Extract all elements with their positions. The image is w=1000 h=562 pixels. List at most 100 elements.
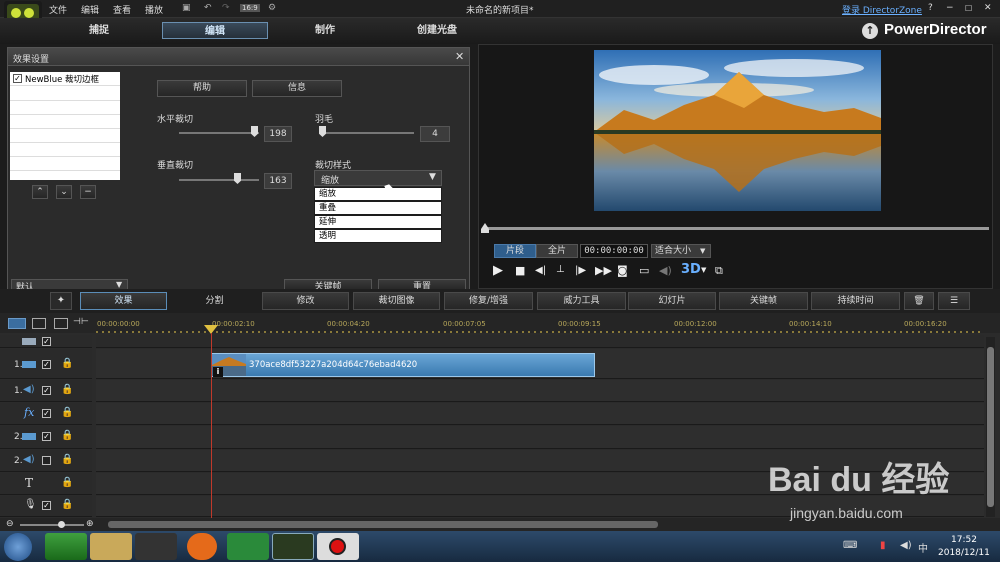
redo-icon[interactable]: ↷ xyxy=(222,3,230,13)
lock-icon[interactable]: 🔒 xyxy=(61,430,73,441)
vertical-scrollbar[interactable] xyxy=(986,337,995,517)
move-up-button[interactable]: ⌃ xyxy=(32,185,48,199)
keyboard-icon[interactable]: ⌨ xyxy=(843,540,857,551)
play-icon[interactable]: ▶ xyxy=(493,263,503,278)
horizontal-scrollbar-thumb[interactable] xyxy=(108,521,658,528)
track-row[interactable] xyxy=(96,380,984,402)
crop-style-dropdown[interactable]: 缩放 ▼ xyxy=(314,170,442,186)
taskbar-file-explorer-icon[interactable] xyxy=(90,533,132,560)
clip-mode-tab[interactable]: 片段 xyxy=(494,244,536,258)
h-crop-slider-track[interactable] xyxy=(179,132,259,134)
track-enable-checkbox[interactable]: ✓ xyxy=(42,432,51,441)
track-row[interactable] xyxy=(96,426,984,449)
info-button[interactable]: 信息 xyxy=(252,80,342,97)
menu-edit[interactable]: 编辑 xyxy=(81,3,99,16)
zoom-in-icon[interactable]: ⊕ xyxy=(86,519,94,529)
info-icon[interactable]: i xyxy=(213,367,223,377)
video-clip[interactable]: i 370ace8df53227a204d64c76ebad4620 xyxy=(211,353,595,377)
split-button[interactable]: 分割 xyxy=(171,292,258,310)
modify-button[interactable]: 修改 xyxy=(262,292,349,310)
close-icon[interactable]: ✕ xyxy=(984,3,992,13)
keyframe-button[interactable]: 关键帧 xyxy=(719,292,808,310)
save-icon[interactable]: ▣ xyxy=(182,3,191,13)
preview-scrub-bar[interactable] xyxy=(485,227,989,230)
option-transparent[interactable]: 透明 xyxy=(314,229,442,243)
undock-preview-icon[interactable]: ⧉ xyxy=(715,264,723,278)
h-crop-slider-handle[interactable] xyxy=(251,126,258,137)
move-down-button[interactable]: ⌄ xyxy=(56,185,72,199)
list-item[interactable]: ✓ NewBlue 裁切边框 xyxy=(10,72,120,86)
upgrade-arrow-icon[interactable]: ↑ xyxy=(862,23,878,39)
speaker-icon[interactable]: ◀) xyxy=(900,540,912,551)
taskbar-firefox-icon[interactable] xyxy=(187,533,217,560)
mark-icon[interactable]: ⊥ xyxy=(556,264,565,275)
lock-icon[interactable]: 🔒 xyxy=(61,477,73,488)
login-link[interactable]: 登录 DirectorZone xyxy=(842,3,922,16)
aspect-ratio-button[interactable]: 16:9 xyxy=(240,4,260,12)
timeline-view-icon[interactable] xyxy=(8,318,26,329)
chevron-down-icon[interactable]: ▼ xyxy=(701,266,706,274)
zoom-out-icon[interactable]: ⊖ xyxy=(6,519,14,529)
lock-icon[interactable]: 🔒 xyxy=(61,384,73,395)
tab-capture[interactable]: 捕捉 xyxy=(46,22,152,39)
fast-forward-icon[interactable]: ▶▶ xyxy=(595,264,612,277)
undo-icon[interactable]: ↶ xyxy=(204,3,212,13)
lock-icon[interactable]: 🔒 xyxy=(61,358,73,369)
help-button[interactable]: 帮助 xyxy=(157,80,247,97)
zoom-slider-handle[interactable] xyxy=(58,521,65,528)
taskbar-recorder-icon[interactable] xyxy=(317,533,359,560)
network-icon[interactable]: ▮ xyxy=(880,540,886,551)
menu-view[interactable]: 查看 xyxy=(113,3,131,16)
minimize-icon[interactable]: − xyxy=(946,3,954,13)
v-crop-value[interactable]: 163 xyxy=(264,173,292,189)
display-icon[interactable]: ▭ xyxy=(639,264,649,277)
taskbar-app-browser-icon[interactable] xyxy=(45,533,87,560)
taskbar-media-icon[interactable] xyxy=(227,533,269,560)
effects-button[interactable]: 效果 xyxy=(80,292,167,310)
3d-mode-button[interactable]: 3D xyxy=(681,262,701,277)
maximize-icon[interactable]: ☐ xyxy=(965,4,972,13)
feather-slider-track[interactable] xyxy=(320,132,414,134)
start-button[interactable] xyxy=(4,533,32,561)
tab-create-disc[interactable]: 创建光盘 xyxy=(384,22,490,39)
more-options-icon[interactable]: ☰ xyxy=(938,292,970,310)
stop-icon[interactable]: ■ xyxy=(515,264,525,277)
track-enable-checkbox[interactable]: ✓ xyxy=(42,360,51,369)
crop-image-button[interactable]: 裁切图像 xyxy=(353,292,440,310)
track-enable-checkbox[interactable] xyxy=(42,456,51,465)
zoom-slider[interactable] xyxy=(20,524,84,526)
fix-enhance-button[interactable]: 修复/增强 xyxy=(444,292,533,310)
tab-produce[interactable]: 制作 xyxy=(272,22,378,39)
taskbar-powerdirector-icon[interactable] xyxy=(272,533,314,560)
track-row[interactable] xyxy=(96,403,984,425)
track-enable-checkbox[interactable]: ✓ xyxy=(42,501,51,510)
menu-play[interactable]: 播放 xyxy=(145,3,163,16)
panel-close-icon[interactable]: ✕ xyxy=(455,50,464,63)
remove-effect-button[interactable]: − xyxy=(80,185,96,199)
scrollbar-thumb[interactable] xyxy=(987,347,994,507)
power-tools-button[interactable]: 威力工具 xyxy=(537,292,626,310)
timecode-display[interactable]: 00:00:00:00 xyxy=(580,244,648,258)
menu-file[interactable]: 文件 xyxy=(49,3,67,16)
lock-icon[interactable]: 🔒 xyxy=(61,499,73,510)
track-row[interactable] xyxy=(96,335,984,348)
previous-frame-icon[interactable]: ◀| xyxy=(535,265,546,276)
settings-gear-icon[interactable]: ⚙ xyxy=(268,3,276,13)
next-frame-icon[interactable]: |▶ xyxy=(575,265,586,276)
track-manager-icon[interactable] xyxy=(54,318,68,329)
fit-size-dropdown[interactable]: 适合大小 ▼ xyxy=(651,244,711,258)
fit-timeline-icon[interactable]: ⊣⊢ xyxy=(73,317,89,327)
option-zoom[interactable]: 缩放 xyxy=(314,187,442,201)
snapshot-camera-icon[interactable]: ◙ xyxy=(617,264,628,277)
full-mode-tab[interactable]: 全片 xyxy=(536,244,578,258)
ime-icon[interactable]: 中 xyxy=(918,540,928,555)
track-enable-checkbox[interactable]: ✓ xyxy=(42,386,51,395)
magic-tool-icon[interactable]: ✦ xyxy=(50,292,72,310)
slideshow-button[interactable]: 幻灯片 xyxy=(628,292,716,310)
help-icon[interactable]: ? xyxy=(928,3,933,13)
feather-value[interactable]: 4 xyxy=(420,126,450,142)
effect-enable-checkbox[interactable]: ✓ xyxy=(13,74,22,83)
track-enable-checkbox[interactable]: ✓ xyxy=(42,337,51,346)
v-crop-slider-track[interactable] xyxy=(179,179,259,181)
option-overlap[interactable]: 重叠 xyxy=(314,201,442,215)
